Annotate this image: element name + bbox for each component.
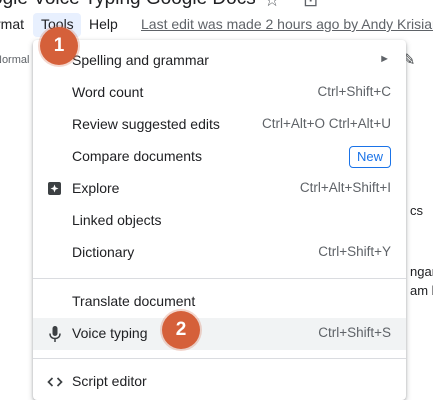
- menu-separator: [33, 358, 406, 359]
- menu-item-label: Word count: [72, 84, 144, 100]
- menu-item-label: Linked objects: [72, 212, 162, 228]
- menu-item-label: Explore: [72, 180, 120, 196]
- menu-item-label: Voice typing: [72, 325, 148, 341]
- menu-item-label: Translate document: [72, 293, 196, 309]
- last-edit-link[interactable]: Last edit was made 2 hours ago by Andy K…: [141, 16, 433, 32]
- new-badge: New: [348, 146, 391, 168]
- menu-item-linked-objects[interactable]: Linked objects: [33, 205, 406, 237]
- menu-item-spelling-and-grammar[interactable]: Spelling and grammar ►: [33, 45, 406, 77]
- step-badge: 1: [40, 27, 78, 65]
- menu-item-label: Compare documents: [72, 148, 202, 164]
- microphone-icon: [47, 325, 63, 343]
- menu-item-script-editor[interactable]: Script editor: [33, 366, 406, 398]
- doc-text-fragment: cs: [410, 203, 423, 218]
- tools-dropdown-menu: Spelling and grammar ► Word count Ctrl+S…: [33, 40, 406, 400]
- menu-separator: [33, 278, 406, 279]
- menu-item-explore[interactable]: Explore Ctrl+Alt+Shift+I: [33, 173, 406, 205]
- menu-item-compare-documents[interactable]: Compare documents New: [33, 141, 406, 173]
- menu-item-translate-document[interactable]: Translate document: [33, 286, 406, 318]
- submenu-arrow-icon: ►: [379, 53, 390, 65]
- menu-help[interactable]: Help: [89, 16, 118, 32]
- move-to-folder-icon[interactable]: ⊡: [303, 0, 318, 10]
- menu-item-label: Script editor: [72, 373, 147, 389]
- menu-item-label: Dictionary: [72, 244, 135, 260]
- menu-item-shortcut: Ctrl+Alt+Shift+I: [299, 180, 391, 195]
- menu-item-shortcut: Ctrl+Shift+Y: [318, 244, 391, 259]
- menu-item-dictionary[interactable]: Dictionary Ctrl+Shift+Y: [33, 237, 406, 269]
- menu-item-shortcut: Ctrl+Shift+C: [317, 84, 391, 99]
- menu-item-word-count[interactable]: Word count Ctrl+Shift+C: [33, 77, 406, 109]
- star-icon[interactable]: ☆: [264, 0, 280, 10]
- doc-text-fragment: am b: [410, 283, 433, 298]
- menu-format[interactable]: rmat: [0, 16, 24, 32]
- menu-item-shortcut: Ctrl+Alt+O Ctrl+Alt+U: [261, 116, 391, 131]
- menu-item-voice-typing[interactable]: Voice typing Ctrl+Shift+S: [33, 318, 406, 350]
- step-badge: 2: [162, 311, 200, 349]
- style-select[interactable]: Normal: [0, 54, 29, 66]
- menu-item-label: Review suggested edits: [72, 116, 220, 132]
- explore-icon: [47, 180, 63, 198]
- code-icon: [47, 373, 63, 391]
- doc-text-fragment: ngan: [410, 264, 433, 279]
- menu-item-label: Spelling and grammar: [72, 52, 209, 68]
- menu-item-review-suggested-edits[interactable]: Review suggested edits Ctrl+Alt+O Ctrl+A…: [33, 109, 406, 141]
- document-title[interactable]: ogle Voice Typing Google Docs: [0, 0, 256, 10]
- menu-item-shortcut: Ctrl+Shift+S: [318, 325, 391, 340]
- title-icons: ☆ ⊡: [264, 0, 336, 11]
